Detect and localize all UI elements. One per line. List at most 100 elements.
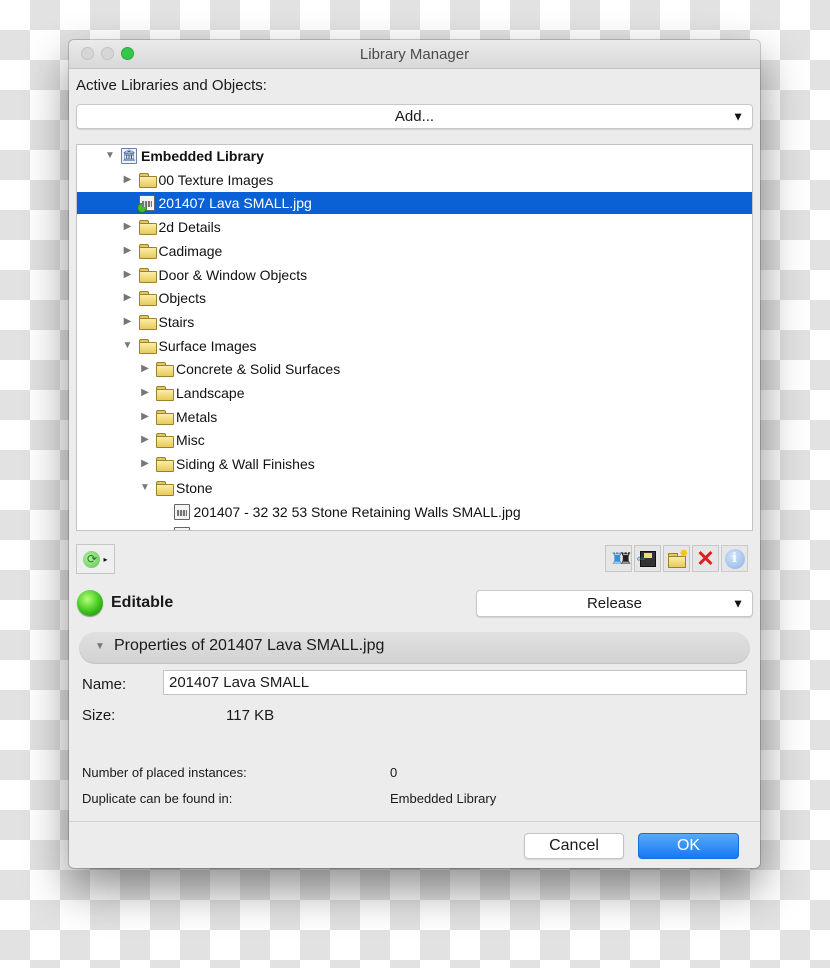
folder-icon — [156, 386, 174, 401]
name-field[interactable] — [163, 670, 747, 695]
duplicate-location-label: Duplicate can be found in: — [82, 791, 233, 806]
tree-row-label: Misc — [176, 432, 205, 449]
new-folder-icon: ✸ — [667, 548, 689, 568]
disclosure-collapsed-icon[interactable]: ▶ — [123, 174, 133, 185]
image-file-icon — [136, 195, 155, 214]
folder-icon — [138, 243, 157, 259]
tree-row-label: Landscape — [176, 385, 245, 401]
tree-row[interactable]: ▼ Stone — [77, 477, 752, 499]
disclosure-collapsed-icon[interactable]: ▶ — [123, 292, 133, 303]
folder-icon — [156, 433, 174, 449]
tree-row[interactable]: ▶ Landscape — [77, 382, 752, 404]
tree-row-label: Door & Window Objects — [158, 266, 308, 283]
duplicate-location-value: Embedded Library — [390, 791, 497, 806]
tree-row-label: Cadimage — [158, 242, 223, 259]
size-value: 117 KB — [226, 707, 275, 724]
library-sync-button[interactable]: ⟳ ▸ — [76, 544, 115, 574]
tree-row[interactable]: ▶ Door & Window Objects — [77, 264, 752, 286]
tree-row[interactable]: ▶ Stairs — [77, 311, 752, 333]
disclosure-collapsed-icon[interactable]: ▶ — [123, 221, 133, 232]
save-disk-icon: ⇦ — [637, 550, 656, 567]
tree-row[interactable]: 201407 Lava SMALL.jpg — [77, 192, 752, 215]
library-objects-button[interactable]: ♜♜ — [605, 545, 633, 572]
disclosure-collapsed-icon[interactable]: ▶ — [123, 245, 133, 256]
add-library-popup[interactable]: Add... ▼ — [76, 104, 753, 129]
embedded-status-dot-icon — [136, 203, 147, 214]
image-file-icon — [173, 503, 190, 520]
folder-icon — [138, 267, 157, 283]
chevron-down-icon: ▼ — [732, 109, 744, 123]
disclosure-collapsed-icon[interactable]: ▶ — [123, 316, 133, 327]
tree-row[interactable]: ▶ Concrete & Solid Surfaces — [77, 358, 752, 380]
tree-row-label: Metals — [176, 408, 218, 425]
size-label: Size: — [82, 707, 116, 724]
tree-row[interactable]: ▶ 2d Details — [77, 216, 752, 238]
properties-title: Properties of 201407 Lava SMALL.jpg — [114, 637, 385, 654]
tree-row[interactable]: ▼ 🏛 Embedded Library — [77, 145, 752, 167]
placed-instances-value: 0 — [390, 765, 398, 780]
tree-row-label: Stairs — [158, 313, 195, 330]
active-libraries-label: Active Libraries and Objects: — [76, 77, 267, 94]
title-bar[interactable]: Library Manager — [69, 40, 760, 69]
remove-button[interactable]: ✕ — [692, 545, 719, 572]
tree-row[interactable]: ▼ Surface Images — [77, 335, 752, 357]
window-title: Library Manager — [359, 46, 470, 63]
footer-divider — [69, 821, 760, 822]
disclosure-collapsed-icon[interactable]: ▶ — [140, 363, 150, 374]
folder-icon — [156, 409, 174, 425]
tree-row-label: Concrete & Solid Surfaces — [176, 361, 341, 378]
disclosure-expanded-icon[interactable]: ▼ — [123, 340, 133, 351]
properties-header[interactable]: ▼ Properties of 201407 Lava SMALL.jpg — [79, 632, 750, 664]
new-folder-button[interactable]: ✸ — [663, 545, 690, 572]
tree-row[interactable]: ▶ Cadimage — [77, 240, 752, 262]
cancel-button[interactable]: Cancel — [524, 833, 624, 859]
editable-status-label: Editable — [111, 594, 174, 611]
tree-row[interactable]: ▶ Objects — [77, 287, 752, 309]
folder-icon — [138, 291, 157, 307]
release-popup-label: Release — [586, 595, 643, 612]
folder-icon — [138, 220, 157, 236]
add-popup-label: Add... — [394, 108, 435, 125]
disclosure-collapsed-icon[interactable]: ▶ — [123, 269, 133, 280]
tree-row-label: Objects — [158, 290, 206, 307]
ok-button[interactable]: OK — [638, 833, 739, 859]
folder-icon — [138, 314, 157, 330]
release-popup[interactable]: Release ▼ — [476, 590, 753, 617]
folder-icon — [156, 480, 174, 496]
tree-row[interactable]: ▶ 00 Texture Images — [77, 169, 752, 191]
folder-icon — [156, 362, 174, 378]
folder-icon — [138, 172, 157, 188]
tree-row[interactable]: 201407 Lava SMALL.jpg — [77, 524, 752, 530]
tree-row-label: 00 Texture Images — [158, 171, 274, 188]
info-button[interactable]: i — [721, 545, 748, 572]
disclosure-collapsed-icon[interactable]: ▶ — [140, 387, 150, 398]
tree-row-label: 201407 Lava SMALL.jpg — [194, 527, 347, 530]
library-manager-window: Library Manager Active Libraries and Obj… — [69, 40, 760, 868]
disclosure-collapsed-icon[interactable]: ▶ — [140, 411, 150, 422]
disclosure-expanded-icon[interactable]: ▼ — [105, 150, 115, 161]
tree-row-label: 2d Details — [158, 219, 221, 236]
disclosure-collapsed-icon[interactable]: ▶ — [140, 458, 150, 469]
library-tree[interactable]: ▼ 🏛 Embedded Library ▶ 00 Texture Images 2014… — [76, 144, 753, 531]
folder-icon — [156, 457, 174, 473]
placed-instances-label: Number of placed instances: — [82, 765, 247, 780]
disclosure-expanded-icon[interactable]: ▼ — [140, 482, 150, 493]
name-label: Name: — [82, 676, 127, 693]
tree-row[interactable]: 201407 - 32 32 53 Stone Retaining Walls … — [77, 501, 752, 523]
disclosure-triangle-icon: ▼ — [95, 641, 105, 652]
editable-status-led-icon — [77, 590, 103, 616]
delete-x-icon: ✕ — [696, 545, 715, 571]
folder-icon — [138, 338, 157, 354]
disclosure-collapsed-icon[interactable]: ▶ — [140, 434, 150, 445]
image-file-icon — [173, 527, 190, 530]
info-icon: i — [724, 548, 745, 569]
tree-row[interactable]: ▶ Misc — [77, 429, 752, 451]
tree-row-label: 201407 Lava SMALL.jpg — [158, 195, 312, 212]
refresh-icon: ⟳ — [83, 550, 101, 568]
tree-row-label: 201407 - 32 32 53 Stone Retaining Walls … — [193, 503, 521, 520]
export-button[interactable]: ⇦ — [634, 545, 661, 572]
chevron-down-icon: ▼ — [732, 596, 744, 610]
tree-row-label: Stone — [176, 479, 213, 496]
tree-row[interactable]: ▶ Metals — [77, 406, 752, 428]
tree-row[interactable]: ▶ Siding & Wall Finishes — [77, 453, 752, 475]
